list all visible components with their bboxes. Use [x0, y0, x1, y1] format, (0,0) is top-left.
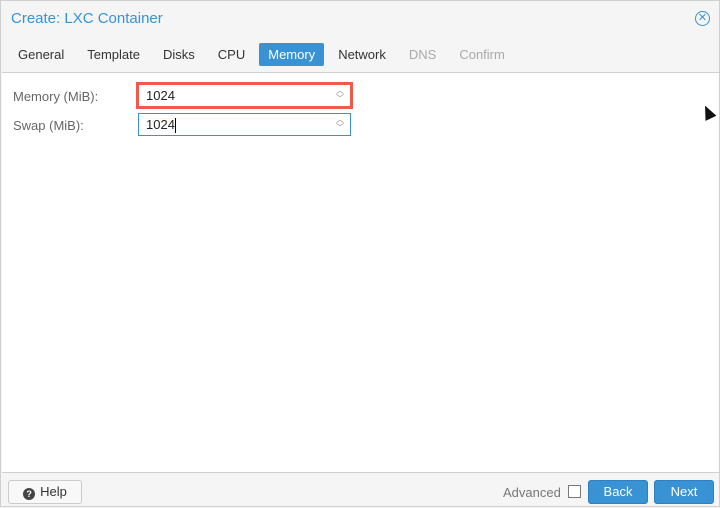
close-icon[interactable]: ✕: [695, 11, 710, 26]
back-button[interactable]: Back: [588, 480, 648, 504]
swap-value: 1024: [146, 117, 175, 132]
tab-template[interactable]: Template: [78, 43, 149, 66]
help-label: Help: [40, 484, 67, 499]
dialog-title: Create: LXC Container: [11, 10, 163, 27]
spinner-icon[interactable]: ︿ ﹀: [336, 87, 344, 103]
next-button[interactable]: Next: [654, 480, 714, 504]
tab-dns: DNS: [408, 47, 437, 62]
tab-bar: General Template Disks CPU Memory Networ…: [9, 43, 519, 66]
tab-confirm: Confirm: [459, 47, 505, 62]
dialog-window: Create: LXC Container ✕ General Template…: [0, 0, 720, 507]
tab-cpu[interactable]: CPU: [209, 43, 254, 66]
advanced-label: Advanced: [503, 485, 561, 500]
tab-network[interactable]: Network: [329, 43, 395, 66]
tab-memory[interactable]: Memory: [259, 43, 325, 66]
footer: ? Help Advanced Back Next: [1, 474, 719, 508]
tab-disks[interactable]: Disks: [154, 43, 204, 66]
swap-input[interactable]: 1024 ︿ ﹀: [138, 113, 351, 136]
advanced-checkbox[interactable]: [568, 485, 581, 498]
swap-label: Swap (MiB):: [13, 118, 84, 133]
tab-general[interactable]: General: [9, 43, 73, 66]
memory-value: 1024: [146, 88, 175, 103]
text-cursor: [174, 118, 176, 134]
memory-input[interactable]: 1024 ︿ ﹀: [136, 82, 353, 109]
help-icon: ?: [23, 488, 36, 500]
memory-label: Memory (MiB):: [13, 89, 99, 104]
help-button[interactable]: ? Help: [8, 480, 82, 504]
form-panel: Memory (MiB): 1024 ︿ ﹀ Swap (MiB): 1024 ︿…: [2, 72, 719, 473]
spinner-icon[interactable]: ︿ ﹀: [336, 116, 344, 132]
